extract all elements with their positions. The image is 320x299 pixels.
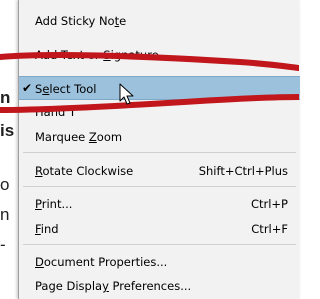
menu-item-add-text-or-signature[interactable]: Add Text or Signature [19,42,300,66]
menu-item-shortcut: Shift+Ctrl+Plus [198,164,288,178]
menu-item-label: Document Properties... [35,255,168,269]
menu-separator [23,152,296,153]
menu-item-label: Rotate Clockwise [35,164,134,178]
menu-item-hand-tool[interactable]: Hand T [19,99,300,123]
menu-item-label: Add Sticky Note [35,14,127,28]
menu-item-shortcut: Ctrl+F [251,222,288,236]
checkmark-icon: ✔ [22,81,33,95]
menu-item-marquee-zoom[interactable]: Marquee Zoom [19,124,300,148]
menu-separator [23,244,296,245]
menu-item-find[interactable]: Find Ctrl+F [19,216,300,240]
menu-item-select-tool[interactable]: ✔ Select Tool [19,76,300,100]
menu-item-label: Marquee Zoom [35,130,123,144]
document-text-fragment: o [0,175,10,194]
context-menu: Add Sticky Note Add Text or Signature ✔ … [18,0,300,299]
menu-item-add-sticky-note[interactable]: Add Sticky Note [19,8,300,32]
menu-item-label: Select Tool [35,82,97,96]
menu-item-label: Hand T [35,105,76,119]
menu-item-rotate-clockwise[interactable]: Rotate Clockwise Shift+Ctrl+Plus [19,158,300,182]
menu-item-label: Find [35,222,59,236]
menu-item-label: Print... [35,197,73,211]
menu-item-document-properties[interactable]: Document Properties... [19,249,300,273]
menu-item-print[interactable]: Print... Ctrl+P [19,191,300,215]
document-text-fragment: is [0,121,15,140]
menu-item-label: Add Text or Signature [35,48,159,62]
menu-separator [23,186,296,187]
menu-item-page-display-preferences[interactable]: Page Display Preferences... [19,273,300,297]
document-text-fragment: n [0,88,11,107]
document-text-fragment: n [0,205,10,224]
menu-item-shortcut: Ctrl+P [250,197,288,211]
menu-item-label: Page Display Preferences... [35,279,192,293]
document-text-fragment: - [0,235,6,254]
